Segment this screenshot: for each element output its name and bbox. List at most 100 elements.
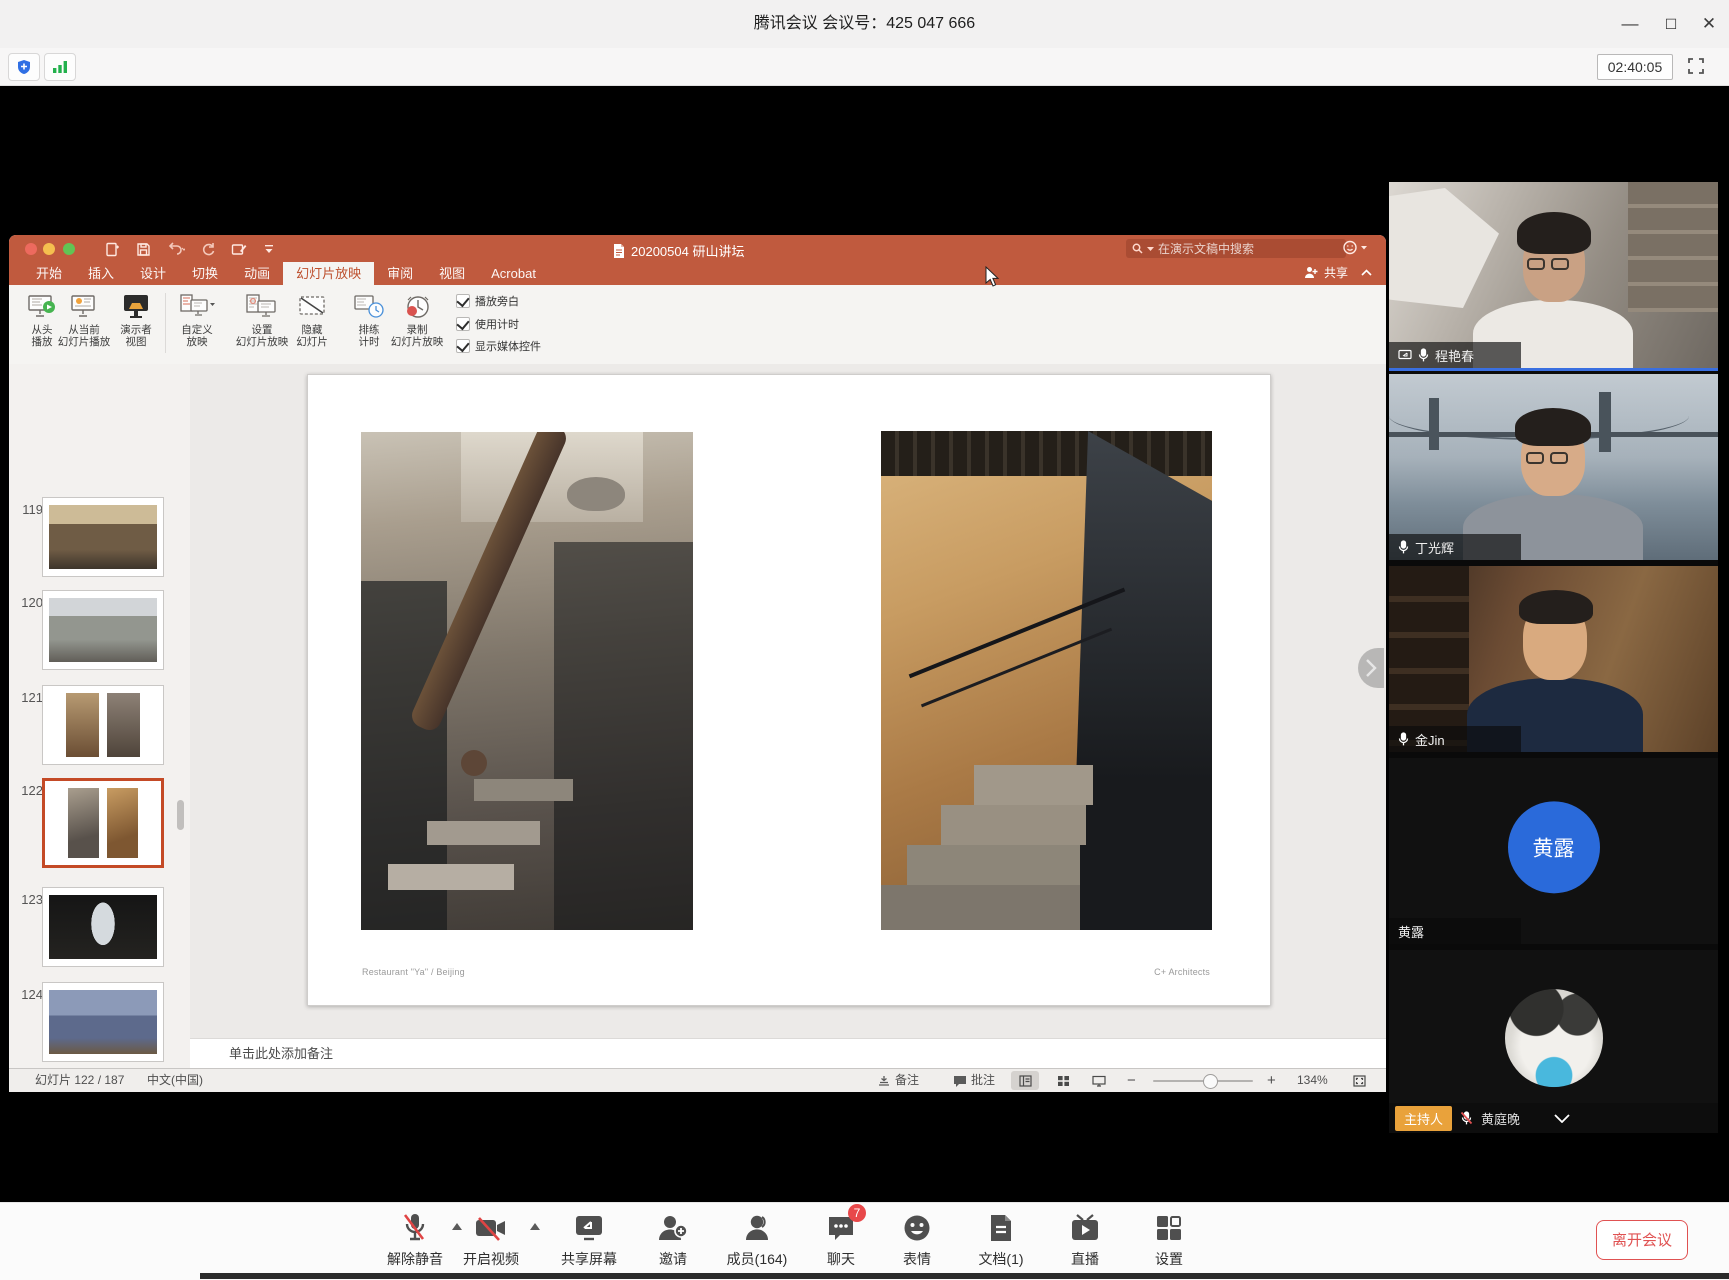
mouse-cursor (985, 266, 1001, 288)
tab-home[interactable]: 开始 (23, 262, 75, 285)
mac-minimize-icon[interactable] (43, 243, 55, 255)
ppt-share-button[interactable]: 共享 (1304, 264, 1372, 281)
participant-tile-4[interactable]: 黄露 黄露 (1389, 758, 1718, 944)
zoom-slider[interactable] (1153, 1080, 1253, 1082)
fit-to-window-icon (1353, 1075, 1366, 1087)
tab-slideshow[interactable]: 幻灯片放映 (283, 262, 374, 285)
meeting-timer: 02:40:05 (1597, 54, 1673, 80)
maximize-button[interactable]: ☐ (1661, 14, 1681, 34)
slide-thumbnail-123[interactable] (42, 887, 164, 967)
members-button[interactable]: 成员(164) (714, 1211, 800, 1269)
chat-button[interactable]: 7 聊天 (798, 1211, 884, 1269)
fit-slide-button[interactable] (1345, 1071, 1373, 1090)
live-button[interactable]: 直播 (1042, 1211, 1128, 1269)
slide-counter: 幻灯片 122 / 187 (35, 1069, 124, 1092)
slide-thumbnail-panel[interactable]: 119 120 121 122 123 124 125 126 (9, 364, 191, 1092)
normal-view-button[interactable] (1011, 1071, 1039, 1090)
format-painter-icon[interactable] (231, 242, 247, 257)
smiley-icon (902, 1213, 932, 1243)
tab-transitions[interactable]: 切换 (179, 262, 231, 285)
thumbnail-scrollbar[interactable] (177, 800, 184, 830)
share-screen-button[interactable]: 共享屏幕 (546, 1211, 632, 1269)
notes-pane[interactable]: 单击此处添加备注 (190, 1038, 1386, 1069)
slide-thumbnail-121[interactable] (42, 685, 164, 765)
presenter-view-icon (121, 293, 151, 321)
slide-thumbnail-120[interactable] (42, 590, 164, 670)
notes-toggle[interactable]: 备注 (877, 1069, 919, 1092)
toolbar-options-caret-icon[interactable] (263, 243, 275, 255)
thumbnail-image (51, 788, 155, 858)
custom-show-icon (179, 293, 215, 321)
undo-icon[interactable] (167, 242, 185, 256)
slide-thumbnail-119[interactable] (42, 497, 164, 577)
chevron-down-icon[interactable] (1554, 1114, 1570, 1123)
slide-editor-area[interactable]: Restaurant "Ya" / Beijing C+ Architects (190, 364, 1386, 1038)
slide-thumbnail-122-selected[interactable] (42, 778, 164, 868)
settings-button[interactable]: 设置 (1126, 1211, 1212, 1269)
zoom-slider-thumb[interactable] (1203, 1074, 1218, 1089)
slide-photo-left (361, 432, 693, 930)
share-person-icon (1304, 266, 1319, 279)
tab-design[interactable]: 设计 (127, 262, 179, 285)
checkbox-play-narration[interactable]: 播放旁白 (456, 293, 519, 309)
mac-zoom-icon[interactable] (63, 243, 75, 255)
notes-placeholder: 单击此处添加备注 (229, 1046, 333, 1061)
tab-insert[interactable]: 插入 (75, 262, 127, 285)
participant-tile-1[interactable]: 程艳春 (1389, 182, 1718, 371)
window-titlebar: 腾讯会议 会议号：425 047 666 — ☐ ✕ (0, 0, 1729, 49)
participant-name-bar: 丁光辉 (1389, 534, 1521, 560)
comments-toggle[interactable]: 批注 (953, 1069, 995, 1092)
play-from-current-button[interactable]: 从当前幻灯片播放 (55, 289, 113, 361)
reactions-button[interactable]: 表情 (874, 1211, 960, 1269)
mac-close-icon[interactable] (25, 243, 37, 255)
tab-review[interactable]: 审阅 (374, 262, 426, 285)
new-slide-icon[interactable] (105, 242, 120, 257)
start-video-button[interactable]: 开启视频 (448, 1211, 534, 1269)
minimize-button[interactable]: — (1620, 14, 1640, 34)
mic-muted-icon (401, 1212, 429, 1244)
invite-button[interactable]: 邀请 (630, 1211, 716, 1269)
feedback-smiley-icon[interactable] (1342, 240, 1368, 255)
presenter-view-button[interactable]: 演示者视图 (112, 289, 160, 361)
slideshow-view-button[interactable] (1085, 1071, 1113, 1090)
slide-canvas[interactable]: Restaurant "Ya" / Beijing C+ Architects (307, 374, 1271, 1006)
checkbox-show-media-controls[interactable]: 显示媒体控件 (456, 338, 541, 354)
tab-acrobat[interactable]: Acrobat (478, 262, 549, 285)
rehearse-timings-icon (353, 293, 385, 321)
custom-show-button[interactable]: 自定义放映 (171, 289, 223, 361)
mic-icon (1418, 348, 1429, 362)
redo-icon[interactable] (201, 242, 215, 256)
unmute-button[interactable]: 解除静音 (372, 1211, 458, 1269)
tab-view[interactable]: 视图 (426, 262, 478, 285)
chevron-right-icon (1365, 658, 1377, 678)
security-shield-icon[interactable] (8, 53, 40, 81)
slide-number: 120 (15, 595, 43, 610)
zoom-percentage[interactable]: 134% (1297, 1069, 1328, 1092)
slide-sorter-view-button[interactable] (1049, 1071, 1077, 1090)
participant-tile-3[interactable]: 金Jin (1389, 566, 1718, 752)
record-slideshow-button[interactable]: 录制幻灯片放映 (383, 289, 451, 361)
participant-tile-2[interactable]: 丁光辉 (1389, 374, 1718, 560)
video-options-caret[interactable] (530, 1223, 540, 1230)
network-signal-icon[interactable] (44, 53, 76, 81)
ribbon-collapse-chevron-icon[interactable] (1361, 269, 1372, 276)
zoom-out-button[interactable]: − (1127, 1069, 1136, 1092)
docs-button[interactable]: 文档(1) (958, 1211, 1044, 1269)
setup-slideshow-button[interactable]: 设置幻灯片放映 (229, 289, 295, 361)
checkbox-use-timings[interactable]: 使用计时 (456, 316, 519, 332)
hide-slide-button[interactable]: 隐藏幻灯片 (287, 289, 337, 361)
ppt-search-box[interactable]: 在演示文稿中搜索 (1126, 239, 1346, 258)
leave-meeting-button[interactable]: 离开会议 (1596, 1220, 1688, 1260)
participant-tile-5[interactable]: 主持人 黄庭晚 (1389, 950, 1718, 1133)
slide-thumbnail-124[interactable] (42, 982, 164, 1062)
live-tv-icon (1069, 1213, 1101, 1243)
close-button[interactable]: ✕ (1699, 14, 1719, 34)
language-indicator[interactable]: 中文(中国) (147, 1069, 203, 1092)
fullscreen-icon[interactable] (1687, 57, 1705, 75)
bottom-edge-strip (200, 1273, 1729, 1279)
checkbox-icon (456, 317, 470, 331)
save-icon[interactable] (136, 242, 151, 257)
zoom-in-button[interactable]: + (1267, 1069, 1276, 1092)
tab-animations[interactable]: 动画 (231, 262, 283, 285)
participant-name-bar: 程艳春 (1389, 342, 1521, 368)
